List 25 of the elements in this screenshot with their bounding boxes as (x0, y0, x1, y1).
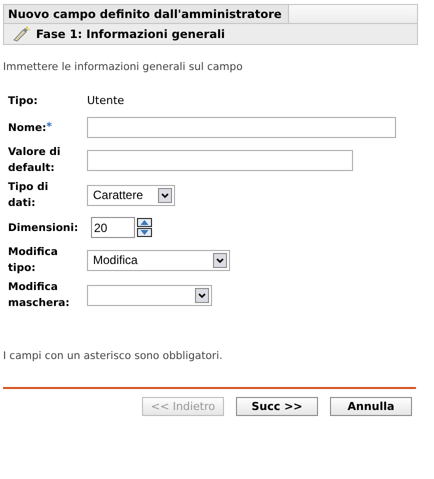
wizard-button[interactable]: Succ >> (236, 397, 318, 416)
step-title: Fase 1: Informazioni generali (36, 27, 225, 41)
required-mark: * (46, 120, 52, 132)
number-field[interactable]: 20 (91, 217, 135, 238)
dropdown[interactable]: Modifica (87, 250, 230, 270)
field-label: Modifica tipo: (8, 245, 59, 276)
intro-text: Immettere le informazioni generali sul campo (3, 61, 244, 73)
caret-icon (195, 288, 209, 302)
field-label: Tipo: (8, 94, 38, 108)
footnote-text: I campi con un asterisco sono obbligatori. (3, 350, 224, 362)
field-label: Dimensioni: (8, 220, 78, 236)
field-value: Utente (87, 94, 124, 107)
field-label: Tipo di dati: (8, 180, 50, 211)
field-label: Valore di default: (8, 145, 62, 176)
field-label: Nome: (8, 120, 46, 136)
dropdown[interactable]: Carattere (87, 184, 175, 206)
field-label: Modifica maschera: (8, 280, 71, 311)
caret-icon (158, 188, 172, 202)
dialog-title: Nuovo campo definito dall'amministratore (4, 5, 289, 23)
input-field[interactable] (87, 117, 396, 138)
input-field[interactable] (87, 150, 353, 170)
pencil-icon (12, 26, 30, 42)
wizard-button[interactable]: Annulla (330, 397, 412, 416)
dropdown[interactable] (87, 284, 212, 306)
caret-icon (213, 252, 227, 268)
